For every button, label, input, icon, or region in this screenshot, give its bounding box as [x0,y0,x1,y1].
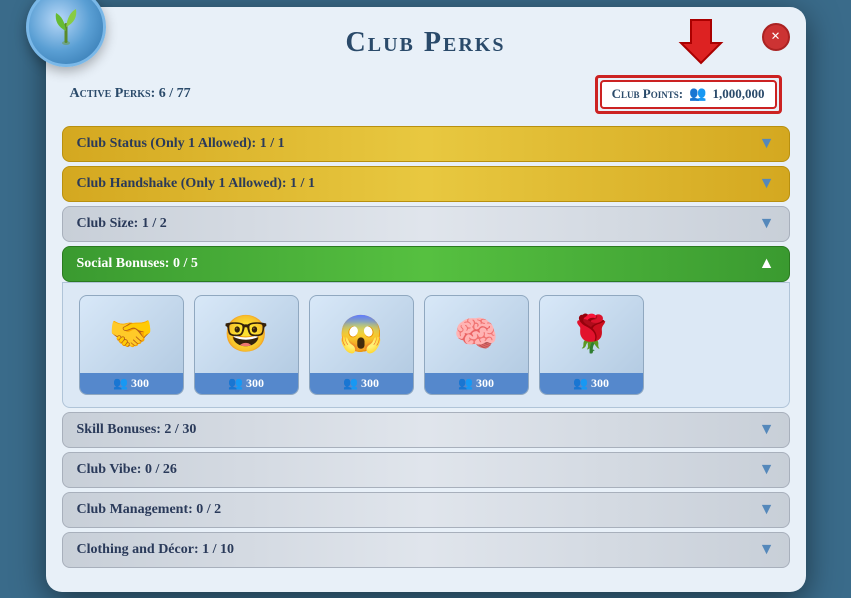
scream-icon: 😱 [310,296,413,373]
people-icon: 👥 [689,86,706,103]
perk-cost: 👥 300 [310,373,413,394]
club-points-label: Club Points: [612,86,683,102]
perk-label: Club Handshake (Only 1 Allowed): 1 / 1 [77,176,315,192]
perk-row-club-management[interactable]: Club Management: 0 / 2 ▼ [62,492,790,528]
chevron-down-icon: ▼ [759,135,775,153]
club-perks-modal: Club Perks × Active Perks: 6 / 77 Club P… [46,7,806,592]
perk-icon-handshake[interactable]: 🤝 👥 300 [79,295,184,395]
perk-label: Club Management: 0 / 2 [77,502,222,518]
arrow-indicator [676,15,726,70]
perk-label: Social Bonuses: 0 / 5 [77,256,198,272]
perk-row-club-handshake[interactable]: Club Handshake (Only 1 Allowed): 1 / 1 ▼ [62,166,790,202]
perk-row-club-vibe[interactable]: Club Vibe: 0 / 26 ▼ [62,452,790,488]
perk-label: Club Vibe: 0 / 26 [77,462,177,478]
people-icon-small: 👥 [343,376,358,391]
chevron-down-icon: ▼ [759,421,775,439]
rose-icon: 🌹 [540,296,643,373]
modal-header: Club Perks × [46,7,806,71]
people-icon-small: 👥 [573,376,588,391]
perk-label: Clothing and Décor: 1 / 10 [77,542,235,558]
nerd-icon: 🤓 [195,296,298,373]
people-icon-small: 👥 [228,376,243,391]
brain-icon: 🧠 [425,296,528,373]
perk-icon-brain[interactable]: 🧠 👥 300 [424,295,529,395]
chevron-down-icon: ▼ [759,461,775,479]
perk-cost: 👥 300 [425,373,528,394]
perk-row-club-status[interactable]: Club Status (Only 1 Allowed): 1 / 1 ▼ [62,126,790,162]
active-perks-value: 6 / 77 [159,86,191,101]
perk-label: Club Status (Only 1 Allowed): 1 / 1 [77,136,285,152]
handshake-icon: 🤝 [80,296,183,373]
perks-list: Club Status (Only 1 Allowed): 1 / 1 ▼ Cl… [46,126,806,568]
chevron-down-icon: ▼ [759,215,775,233]
chevron-up-icon: ▲ [759,255,775,273]
perk-label: Club Size: 1 / 2 [77,216,167,232]
club-points-value: 1,000,000 [713,86,765,102]
club-points-badge: Club Points: 👥 1,000,000 [600,80,777,109]
people-icon-small: 👥 [113,376,128,391]
perk-icon-nerd[interactable]: 🤓 👥 300 [194,295,299,395]
chevron-down-icon: ▼ [759,541,775,559]
modal-title: Club Perks [346,27,506,59]
perk-row-skill-bonuses[interactable]: Skill Bonuses: 2 / 30 ▼ [62,412,790,448]
perk-cost: 👥 300 [195,373,298,394]
stats-row: Active Perks: 6 / 77 Club Points: 👥 1,00… [46,71,806,126]
perk-row-social-bonuses[interactable]: Social Bonuses: 0 / 5 ▲ [62,246,790,282]
perk-icon-scream[interactable]: 😱 👥 300 [309,295,414,395]
club-points-box: Club Points: 👥 1,000,000 [595,75,782,114]
perk-icon-rose[interactable]: 🌹 👥 300 [539,295,644,395]
chevron-down-icon: ▼ [759,501,775,519]
perk-row-club-size[interactable]: Club Size: 1 / 2 ▼ [62,206,790,242]
chevron-down-icon: ▼ [759,175,775,193]
perk-row-clothing-decor[interactable]: Clothing and Décor: 1 / 10 ▼ [62,532,790,568]
perk-label: Skill Bonuses: 2 / 30 [77,422,197,438]
perk-cost: 👥 300 [540,373,643,394]
social-bonuses-expanded: 🤝 👥 300 🤓 👥 300 😱 👥 [62,282,790,408]
perk-icons-row: 🤝 👥 300 🤓 👥 300 😱 👥 [79,295,773,395]
active-perks-label: Active Perks: 6 / 77 [70,86,191,102]
close-button[interactable]: × [762,23,790,51]
people-icon-small: 👥 [458,376,473,391]
perk-cost: 👥 300 [80,373,183,394]
